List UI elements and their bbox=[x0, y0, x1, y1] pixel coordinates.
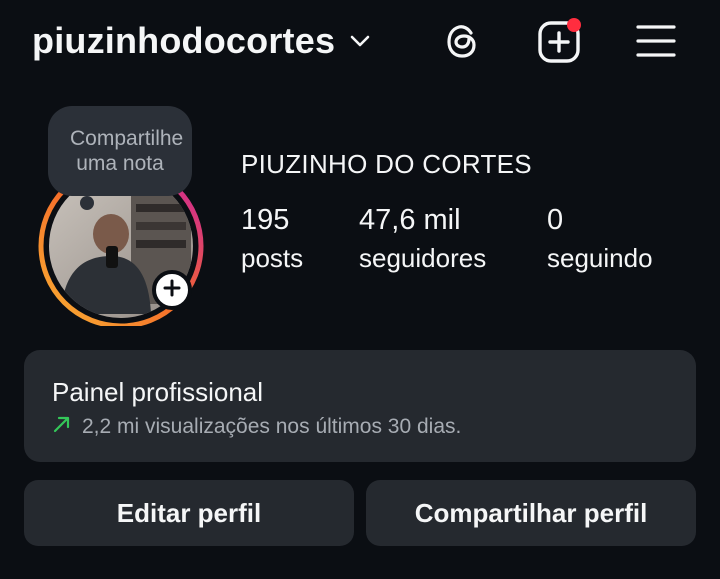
professional-dashboard-card[interactable]: Painel profissional 2,2 mi visualizações… bbox=[24, 350, 696, 462]
stat-followers-label: seguidores bbox=[359, 243, 487, 273]
menu-button[interactable] bbox=[631, 18, 681, 68]
create-post-button[interactable] bbox=[535, 18, 585, 68]
stat-posts[interactable]: 195 posts bbox=[241, 202, 303, 278]
menu-icon bbox=[635, 22, 677, 65]
trend-up-arrow-icon bbox=[52, 414, 72, 439]
share-note-bubble[interactable]: Compartilhe uma nota bbox=[48, 106, 192, 196]
stat-following[interactable]: 0 seguindo bbox=[547, 202, 653, 278]
notification-dot bbox=[567, 18, 581, 32]
threads-button[interactable] bbox=[438, 18, 488, 68]
profile-page: piuzinhodocortes Compartilhe uma nota PI… bbox=[0, 0, 720, 579]
username: piuzinhodocortes bbox=[32, 20, 336, 61]
stat-following-label: seguindo bbox=[547, 243, 653, 273]
account-switcher[interactable]: piuzinhodocortes bbox=[32, 20, 371, 62]
note-bubble-tail bbox=[80, 196, 94, 210]
share-profile-button[interactable]: Compartilhar perfil bbox=[366, 480, 696, 546]
stat-followers-count: 47,6 mil bbox=[359, 204, 461, 236]
edit-profile-button[interactable]: Editar perfil bbox=[24, 480, 354, 546]
professional-dashboard-title: Painel profissional bbox=[52, 377, 264, 407]
add-story-button[interactable] bbox=[152, 270, 192, 310]
stat-posts-label: posts bbox=[241, 243, 304, 273]
note-text: Compartilhe uma nota bbox=[70, 127, 184, 175]
professional-dashboard-views: 2,2 mi visualizações nos últimos 30 dias… bbox=[82, 414, 462, 438]
top-bar: piuzinhodocortes bbox=[0, 0, 720, 90]
display-name: PIUZINHO DO CORTES bbox=[241, 149, 532, 179]
plus-icon bbox=[162, 278, 182, 303]
chevron-down-icon bbox=[349, 34, 371, 53]
stat-posts-count: 195 bbox=[241, 204, 290, 236]
stat-following-count: 0 bbox=[547, 204, 564, 236]
stat-followers[interactable]: 47,6 mil seguidores bbox=[359, 202, 486, 278]
professional-dashboard-subtitle-row: 2,2 mi visualizações nos últimos 30 dias… bbox=[52, 414, 461, 439]
threads-icon bbox=[441, 19, 485, 68]
